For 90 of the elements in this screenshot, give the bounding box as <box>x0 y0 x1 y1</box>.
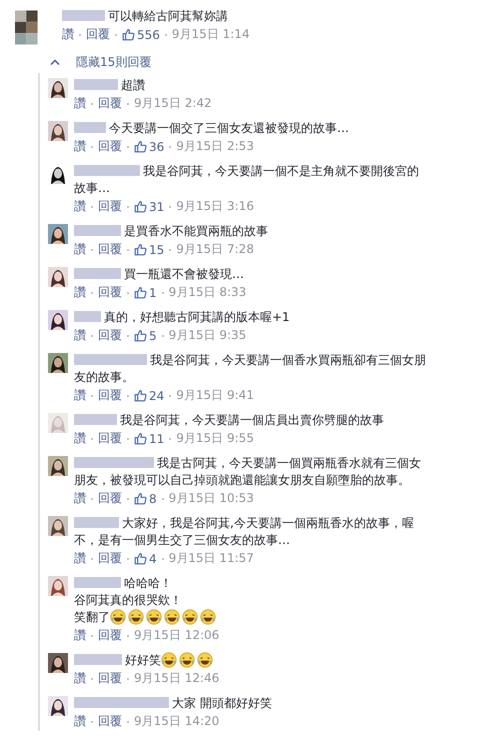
comment-action-link[interactable]: 回覆 <box>98 670 122 687</box>
comment-text: 真的，好想聽古阿萁講的版本喔+1 <box>104 310 290 324</box>
thumbs-up-icon <box>134 243 147 256</box>
laughing-emoji-icon <box>128 609 144 625</box>
like-count: 556 <box>137 28 160 42</box>
hide-replies-link[interactable]: 隱藏15則回覆 <box>76 54 152 70</box>
like-count: 36 <box>149 140 164 154</box>
comment-text: 不，是有一個男生交了三個女友的故事… <box>74 533 290 547</box>
laughing-emoji-icon <box>110 609 126 625</box>
laughing-emoji-icon <box>161 652 177 668</box>
comment-text: 大家好，我是谷阿萁,今天要講一個兩瓶香水的故事，喔 <box>122 516 414 530</box>
comment-text: 我是谷阿萁，今天要講一個店員出賣你劈腿的故事 <box>120 413 384 427</box>
comment-text: 我是谷阿萁，今天要講一個香水買兩瓶卻有三個女朋 <box>150 353 426 367</box>
like-count: 24 <box>149 388 164 402</box>
blurred-name <box>74 654 122 665</box>
thumbs-up-icon <box>134 286 147 299</box>
comment-action-link[interactable]: 回覆 <box>98 241 122 258</box>
comment-text: 大家 開頭都好好笑 <box>172 696 272 710</box>
comment-action-link[interactable]: 回覆 <box>86 26 110 43</box>
like-count: 31 <box>149 200 164 214</box>
blurred-name <box>74 311 101 322</box>
like-count: 11 <box>149 432 164 446</box>
comment-action-link[interactable]: 讚 <box>74 627 86 644</box>
comment-text: 可以轉給古阿萁幫妳講 <box>108 9 228 23</box>
blurred-name <box>74 517 119 528</box>
comment-text: 谷阿萁真的很哭欸！ <box>74 593 182 607</box>
comment-action-link[interactable]: 讚 <box>74 387 86 404</box>
laughing-emoji-icon <box>164 609 180 625</box>
comment-action-link[interactable]: 讚 <box>74 327 86 344</box>
like-count: 5 <box>149 328 157 342</box>
comment-action-link[interactable]: 讚 <box>74 241 86 258</box>
comment-text: 我是古阿萁，今天要講一個買兩瓶香水就有三個女 <box>157 456 421 470</box>
comment-action-link[interactable]: 讚 <box>74 550 86 567</box>
blurred-name <box>74 165 140 176</box>
blurred-name <box>74 122 106 133</box>
laughing-emoji-icon <box>146 609 162 625</box>
comment-text: 好好笑 <box>125 653 161 667</box>
thumbs-up-icon <box>134 200 147 213</box>
thumbs-up-icon <box>134 552 147 565</box>
blurred-name <box>74 79 118 90</box>
comment-action-link[interactable]: 讚 <box>74 95 86 112</box>
comment-text: 笑翻了 <box>74 610 110 624</box>
blurred-name <box>74 577 121 588</box>
comment-action-link[interactable]: 回覆 <box>98 430 122 447</box>
thumbs-up-icon <box>134 432 147 445</box>
comment-action-link[interactable]: 讚 <box>74 670 86 687</box>
laughing-emoji-icon <box>179 652 195 668</box>
comment-action-link[interactable]: 回覆 <box>98 95 122 112</box>
comment-action-link[interactable]: 讚 <box>74 430 86 447</box>
thumbs-up-icon <box>134 329 147 342</box>
like-count: 8 <box>149 492 157 506</box>
comment-action-link[interactable]: 回覆 <box>98 198 122 215</box>
comment-text: 朋友，被發現可以自己掉頭就跑還能讓女朋友自願墮胎的故事。 <box>74 473 410 487</box>
blurred-name <box>62 10 105 21</box>
comment-text: 故事… <box>74 181 110 195</box>
comment-text: 我是谷阿萁，今天要講一個不是主角就不要開後宮的 <box>143 164 419 178</box>
laughing-emoji-icon <box>182 609 198 625</box>
caret-icon[interactable] <box>50 59 60 65</box>
comment-action-link[interactable]: 回覆 <box>98 284 122 301</box>
comment-action-link[interactable]: 回覆 <box>98 713 122 730</box>
comment-text: 今天要講一個交了三個女友還被發現的故事… <box>109 121 349 135</box>
comment-action-link[interactable]: 讚 <box>74 138 86 155</box>
laughing-emoji-icon <box>200 609 216 625</box>
comment-action-link[interactable]: 讚 <box>74 490 86 507</box>
comment-action-link[interactable]: 回覆 <box>98 627 122 644</box>
thumbs-up-icon <box>134 389 147 402</box>
comment-text: 友的故事。 <box>74 370 134 384</box>
comment-text: 買一瓶還不會被發現… <box>124 267 244 281</box>
comment-action-link[interactable]: 回覆 <box>98 138 122 155</box>
comment-action-link[interactable]: 讚 <box>62 26 74 43</box>
thumbs-up-icon <box>134 492 147 505</box>
comment-text: 哈哈哈！ <box>124 576 172 590</box>
comment-action-link[interactable]: 讚 <box>74 198 86 215</box>
blurred-name <box>74 225 121 236</box>
like-count: 4 <box>149 552 157 566</box>
comment-action-link[interactable]: 讚 <box>74 713 86 730</box>
like-count: 15 <box>149 242 164 256</box>
thumbs-up-icon <box>122 28 135 41</box>
comment-text: 超讚 <box>121 78 145 92</box>
comment-action-link[interactable]: 回覆 <box>98 550 122 567</box>
like-count: 1 <box>149 286 157 300</box>
comment-action-link[interactable]: 讚 <box>74 284 86 301</box>
comment-text: 是買香水不能買兩瓶的故事 <box>124 224 268 238</box>
blurred-name <box>74 414 117 425</box>
thumbs-up-icon <box>134 140 147 153</box>
blurred-name <box>74 268 121 279</box>
comment-action-link[interactable]: 回覆 <box>98 387 122 404</box>
comment-action-link[interactable]: 回覆 <box>98 327 122 344</box>
comment-action-link[interactable]: 回覆 <box>98 490 122 507</box>
laughing-emoji-icon <box>197 652 213 668</box>
